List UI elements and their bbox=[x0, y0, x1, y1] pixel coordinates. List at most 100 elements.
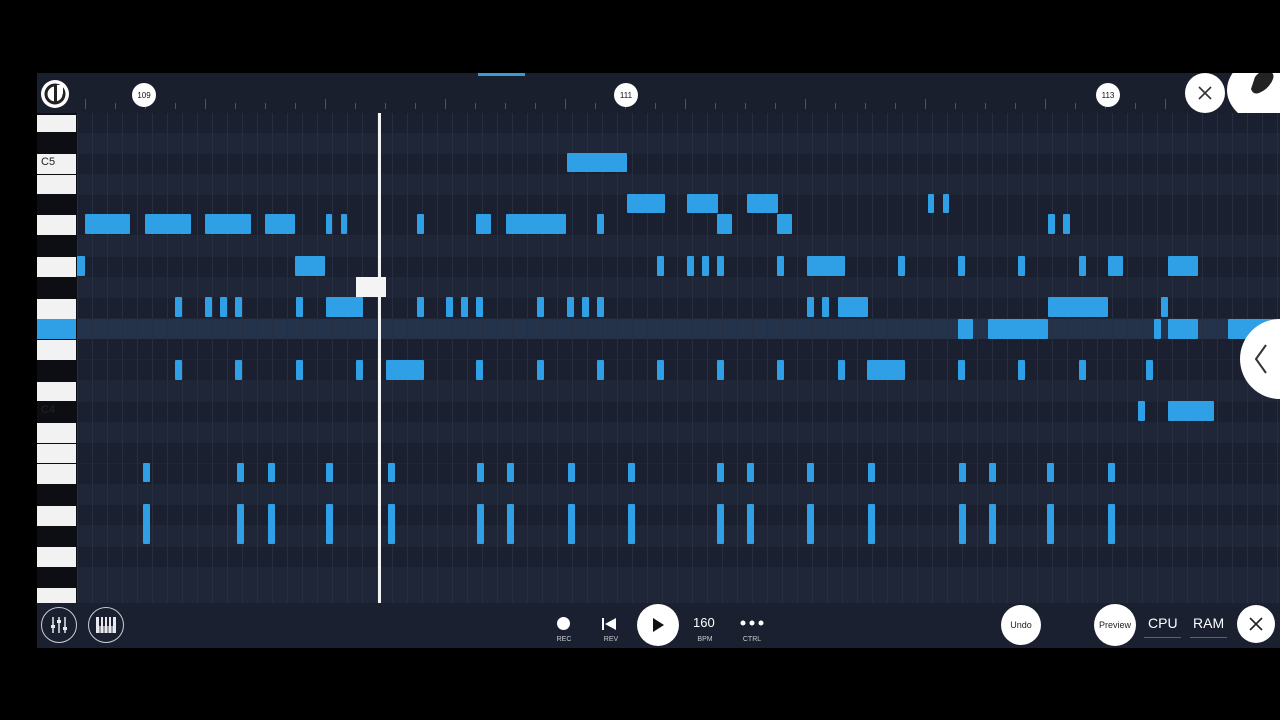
piano-keyboard[interactable]: C5 C4 bbox=[37, 113, 77, 621]
piano-key[interactable] bbox=[37, 423, 76, 443]
midi-note[interactable] bbox=[568, 463, 575, 482]
midi-note[interactable] bbox=[175, 360, 182, 380]
midi-note[interactable] bbox=[777, 360, 784, 380]
midi-note[interactable] bbox=[1048, 214, 1055, 234]
midi-note[interactable] bbox=[476, 360, 483, 380]
piano-key[interactable] bbox=[37, 547, 76, 567]
midi-note[interactable] bbox=[597, 360, 604, 380]
midi-note[interactable] bbox=[822, 297, 829, 317]
midi-note[interactable] bbox=[145, 214, 191, 234]
midi-note[interactable] bbox=[296, 360, 303, 380]
midi-note[interactable] bbox=[958, 360, 965, 380]
midi-note[interactable] bbox=[1048, 297, 1108, 317]
midi-note[interactable] bbox=[959, 504, 966, 544]
play-button[interactable] bbox=[637, 604, 679, 646]
piano-key[interactable] bbox=[37, 115, 76, 132]
midi-note[interactable] bbox=[1063, 214, 1070, 234]
midi-note[interactable] bbox=[597, 214, 604, 234]
bar-marker-109[interactable]: 109 bbox=[132, 83, 156, 107]
midi-note[interactable] bbox=[507, 463, 514, 482]
midi-note[interactable] bbox=[747, 194, 778, 213]
midi-note[interactable] bbox=[235, 297, 242, 317]
midi-note[interactable] bbox=[326, 297, 363, 317]
midi-note[interactable] bbox=[477, 463, 484, 482]
midi-note[interactable] bbox=[1168, 256, 1198, 276]
midi-note[interactable] bbox=[958, 256, 965, 276]
midi-note[interactable] bbox=[1079, 256, 1086, 276]
bar-marker-113[interactable]: 113 bbox=[1096, 83, 1120, 107]
midi-note[interactable] bbox=[237, 463, 244, 482]
midi-note[interactable] bbox=[702, 256, 709, 276]
midi-note[interactable] bbox=[356, 360, 363, 380]
midi-note[interactable] bbox=[868, 504, 875, 544]
midi-note[interactable] bbox=[958, 319, 973, 339]
midi-note[interactable] bbox=[943, 194, 949, 213]
midi-note[interactable] bbox=[296, 297, 303, 317]
midi-note[interactable] bbox=[77, 256, 85, 276]
midi-note[interactable] bbox=[567, 297, 574, 317]
midi-note[interactable] bbox=[1138, 401, 1145, 421]
midi-note[interactable] bbox=[388, 504, 395, 544]
playhead-handle[interactable] bbox=[356, 277, 386, 297]
close-piano-roll-button[interactable] bbox=[1237, 605, 1275, 643]
piano-key[interactable] bbox=[37, 257, 76, 277]
midi-note[interactable] bbox=[1161, 297, 1168, 317]
midi-note[interactable] bbox=[717, 256, 724, 276]
midi-note[interactable] bbox=[326, 214, 332, 234]
midi-note[interactable] bbox=[388, 463, 395, 482]
midi-note[interactable] bbox=[582, 297, 589, 317]
midi-note[interactable] bbox=[1154, 319, 1161, 339]
piano-key[interactable] bbox=[37, 464, 76, 484]
midi-note[interactable] bbox=[386, 360, 424, 380]
midi-note[interactable] bbox=[1168, 401, 1214, 421]
midi-note[interactable] bbox=[807, 504, 814, 544]
midi-note[interactable] bbox=[417, 214, 424, 234]
midi-note[interactable] bbox=[777, 214, 792, 234]
midi-note[interactable] bbox=[717, 214, 732, 234]
record-button[interactable] bbox=[557, 617, 570, 630]
midi-note[interactable] bbox=[687, 256, 694, 276]
midi-note[interactable] bbox=[476, 297, 483, 317]
midi-note[interactable] bbox=[568, 504, 575, 544]
midi-note[interactable] bbox=[205, 297, 212, 317]
midi-note[interactable] bbox=[446, 297, 453, 317]
midi-note[interactable] bbox=[838, 297, 868, 317]
midi-note[interactable] bbox=[295, 256, 325, 276]
midi-note[interactable] bbox=[898, 256, 905, 276]
note-grid[interactable] bbox=[77, 113, 1280, 603]
midi-note[interactable] bbox=[1079, 360, 1086, 380]
midi-note[interactable] bbox=[567, 153, 627, 172]
preview-button[interactable]: Preview bbox=[1094, 604, 1136, 646]
piano-key-active[interactable] bbox=[37, 319, 76, 339]
midi-note[interactable] bbox=[1108, 256, 1123, 276]
midi-note[interactable] bbox=[1047, 463, 1054, 482]
midi-note[interactable] bbox=[220, 297, 227, 317]
piano-key[interactable] bbox=[37, 506, 76, 526]
midi-note[interactable] bbox=[747, 463, 754, 482]
midi-note[interactable] bbox=[205, 214, 251, 234]
midi-note[interactable] bbox=[717, 504, 724, 544]
midi-note[interactable] bbox=[807, 463, 814, 482]
midi-note[interactable] bbox=[597, 297, 604, 317]
midi-note[interactable] bbox=[777, 256, 784, 276]
piano-key[interactable] bbox=[37, 340, 76, 360]
undo-button[interactable]: Undo bbox=[1001, 605, 1041, 645]
midi-note[interactable] bbox=[988, 319, 1048, 339]
close-icon[interactable] bbox=[1185, 73, 1225, 113]
midi-note[interactable] bbox=[143, 463, 150, 482]
midi-note[interactable] bbox=[341, 214, 347, 234]
midi-note[interactable] bbox=[461, 297, 468, 317]
midi-note[interactable] bbox=[1168, 319, 1198, 339]
mixer-icon[interactable] bbox=[41, 607, 77, 643]
piano-icon[interactable] bbox=[88, 607, 124, 643]
piano-key[interactable] bbox=[37, 299, 76, 319]
midi-note[interactable] bbox=[867, 360, 905, 380]
midi-note[interactable] bbox=[326, 504, 333, 544]
piano-key[interactable] bbox=[37, 175, 76, 194]
midi-note[interactable] bbox=[1108, 504, 1115, 544]
midi-note[interactable] bbox=[628, 504, 635, 544]
side-panel-toggle[interactable] bbox=[1240, 319, 1280, 399]
midi-note[interactable] bbox=[268, 504, 275, 544]
loop-region-indicator[interactable] bbox=[478, 73, 525, 76]
midi-note[interactable] bbox=[537, 360, 544, 380]
